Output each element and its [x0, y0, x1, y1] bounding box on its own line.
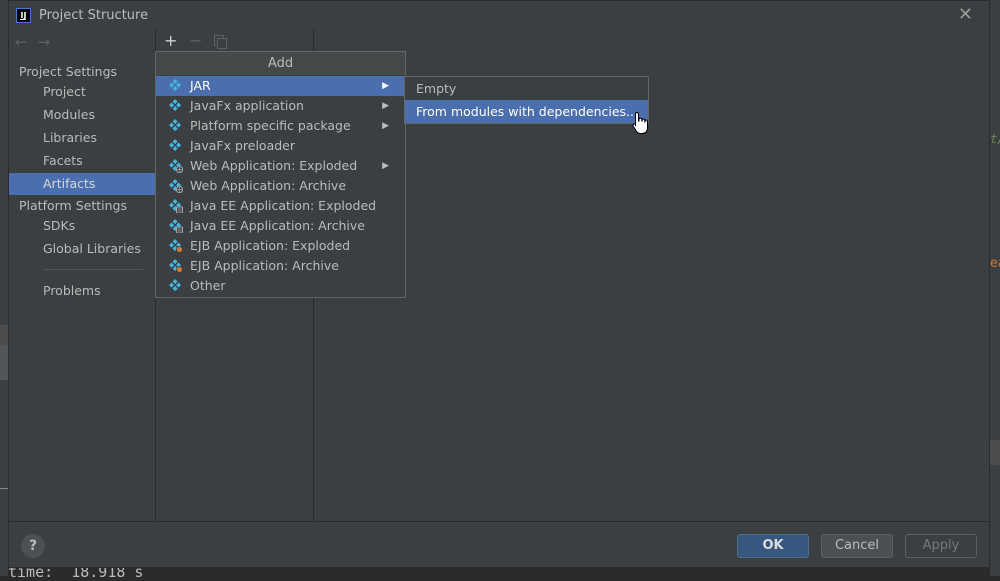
- submenu-arrow-icon: ▶: [382, 101, 389, 111]
- menu-item-label: JavaFx application: [190, 98, 304, 113]
- menu-item-jar[interactable]: JAR ▶: [156, 76, 405, 96]
- menu-item-label: EJB Application: Exploded: [190, 238, 351, 253]
- help-button[interactable]: ?: [21, 534, 45, 558]
- artifact-icon: [169, 119, 183, 133]
- background-code-green: t/: [990, 132, 1000, 146]
- submenu-arrow-icon: ▶: [382, 121, 389, 131]
- cancel-button[interactable]: Cancel: [821, 534, 893, 558]
- menu-item-label: JavaFx preloader: [190, 138, 295, 153]
- artifact-icon: [169, 99, 183, 113]
- menu-item-label: Java EE Application: Exploded: [190, 198, 377, 213]
- menu-item-label: Web Application: Exploded: [190, 158, 358, 173]
- menu-item-empty[interactable]: Empty: [405, 77, 648, 100]
- menu-item-java-ee-application-archive[interactable]: Java EE Application: Archive: [156, 216, 405, 236]
- javaee-artifact-icon: [169, 199, 183, 214]
- sidebar-item-sdks[interactable]: SDKs: [9, 215, 156, 237]
- menu-item-label: JAR: [190, 78, 211, 93]
- menu-item-javafx-application[interactable]: JavaFx application ▶: [156, 96, 405, 116]
- menu-item-label: Web Application: Archive: [190, 178, 347, 193]
- sidebar-item-problems[interactable]: Problems: [9, 280, 156, 302]
- background-selection: [0, 345, 8, 380]
- background-selection: [990, 440, 1000, 465]
- menu-item-ejb-application-exploded[interactable]: EJB Application: Exploded: [156, 236, 405, 256]
- ejb-artifact-icon: [169, 239, 183, 253]
- menu-item-label: Other: [190, 278, 226, 293]
- sidebar-item-global-libraries[interactable]: Global Libraries: [9, 238, 156, 260]
- forward-arrow-icon[interactable]: →: [38, 33, 51, 51]
- remove-icon[interactable]: −: [189, 33, 202, 49]
- apply-button[interactable]: Apply: [905, 534, 977, 558]
- copy-icon[interactable]: [214, 35, 227, 49]
- menu-item-label: EJB Application: Archive: [190, 258, 339, 273]
- web-artifact-icon: [169, 179, 184, 194]
- artifact-icon: [169, 279, 183, 293]
- web-artifact-icon: [169, 159, 184, 174]
- close-icon[interactable]: ✕: [958, 5, 973, 25]
- background-code-orange: ea: [990, 256, 1000, 271]
- submenu-arrow-icon: ▶: [382, 81, 389, 91]
- ok-button[interactable]: OK: [737, 534, 809, 558]
- background-editor-left: [0, 0, 8, 576]
- artifact-icon: [169, 79, 183, 93]
- submenu-arrow-icon: ▶: [382, 161, 389, 171]
- sidebar-item-facets[interactable]: Facets: [9, 150, 156, 172]
- menu-item-platform-specific-package[interactable]: Platform specific package ▶: [156, 116, 405, 136]
- sidebar-item-project[interactable]: Project: [9, 81, 156, 103]
- ejb-artifact-icon: [169, 259, 183, 273]
- console-divider: [0, 488, 8, 489]
- sidebar-item-libraries[interactable]: Libraries: [9, 127, 156, 149]
- menu-item-other[interactable]: Other: [156, 276, 405, 296]
- popup-title: Add: [156, 52, 405, 76]
- section-project-settings: Project Settings: [19, 64, 118, 79]
- menu-item-from-modules[interactable]: From modules with dependencies...: [405, 100, 648, 123]
- intellij-icon: IJ: [16, 8, 31, 23]
- add-icon[interactable]: +: [164, 33, 177, 49]
- menu-item-label: Java EE Application: Archive: [190, 218, 365, 233]
- javaee-artifact-icon: [169, 219, 183, 234]
- background-selection: [0, 325, 8, 345]
- artifact-icon: [169, 139, 183, 153]
- back-arrow-icon[interactable]: ←: [15, 33, 28, 51]
- sidebar-divider: [43, 269, 143, 270]
- navigation-arrows: ← →: [15, 33, 60, 51]
- title-bar[interactable]: IJ Project Structure ✕: [9, 1, 989, 29]
- menu-item-web-application-exploded[interactable]: Web Application: Exploded ▶: [156, 156, 405, 176]
- jar-submenu: Empty From modules with dependencies...: [404, 76, 649, 124]
- menu-item-ejb-application-archive[interactable]: EJB Application: Archive: [156, 256, 405, 276]
- sidebar-item-artifacts[interactable]: Artifacts: [9, 173, 156, 195]
- sidebar: ← → Project Settings Project Modules Libr…: [9, 29, 156, 521]
- hand-cursor-icon: [632, 111, 648, 134]
- dialog-footer: ? OK Cancel Apply: [9, 521, 989, 569]
- add-artifact-popup: Add JAR ▶ JavaFx application ▶ Platform spec…: [155, 51, 406, 298]
- section-platform-settings: Platform Settings: [19, 198, 127, 213]
- menu-item-java-ee-application-exploded[interactable]: Java EE Application: Exploded: [156, 196, 405, 216]
- sidebar-item-modules[interactable]: Modules: [9, 104, 156, 126]
- menu-item-javafx-preloader[interactable]: JavaFx preloader: [156, 136, 405, 156]
- menu-item-web-application-archive[interactable]: Web Application: Archive: [156, 176, 405, 196]
- background-editor-right: [990, 0, 1000, 576]
- window-title: Project Structure: [39, 8, 149, 23]
- menu-item-label: Platform specific package: [190, 118, 351, 133]
